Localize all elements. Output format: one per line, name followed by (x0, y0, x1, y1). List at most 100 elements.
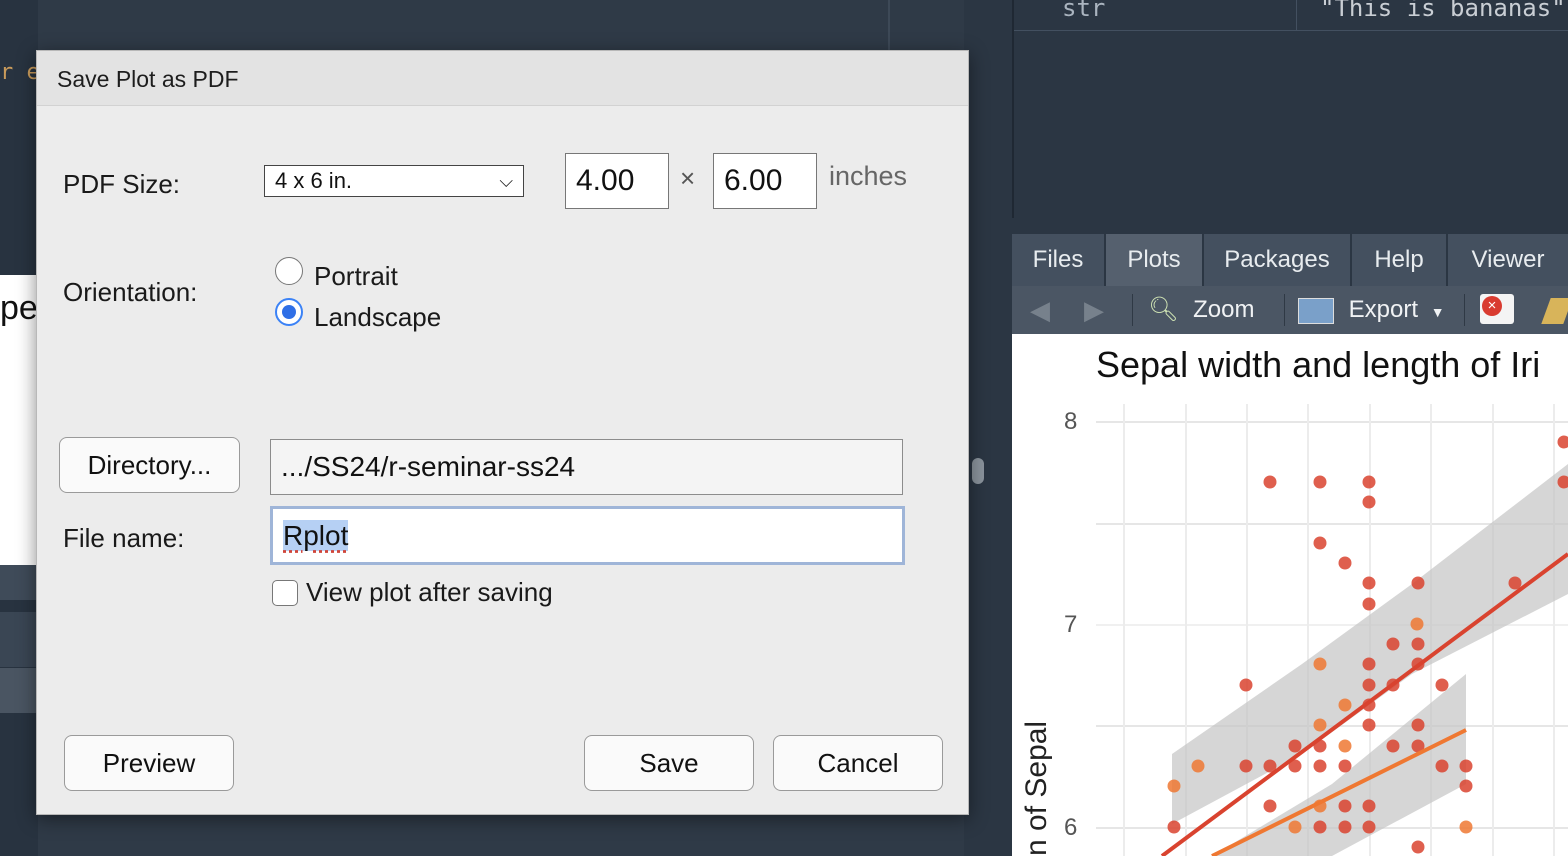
data-point (1339, 557, 1352, 570)
height-input[interactable]: 6.00 (713, 153, 817, 209)
data-point (1314, 821, 1327, 834)
magnifier-icon: 🔍︎ (1148, 296, 1178, 323)
file-name-input[interactable]: Rplot (270, 506, 905, 565)
portrait-label[interactable]: Portrait (314, 261, 398, 292)
file-name-value: Rplot (283, 520, 348, 551)
viewer-panel-fragment: pe (0, 275, 38, 565)
tab-viewer[interactable]: Viewer (1448, 234, 1568, 286)
tab-help[interactable]: Help (1352, 234, 1448, 286)
data-point (1363, 821, 1376, 834)
editor-band (0, 668, 38, 713)
cancel-button[interactable]: Cancel (773, 735, 943, 791)
pdf-size-value: 4 x 6 in. (275, 168, 352, 193)
data-point (1412, 577, 1425, 590)
pdf-size-select[interactable]: 4 x 6 in. ⌵ (264, 165, 524, 197)
variable-name: str (1062, 0, 1105, 22)
data-point (1192, 760, 1205, 773)
data-point (1314, 658, 1327, 671)
view-after-checkbox[interactable] (272, 580, 298, 606)
data-point (1363, 679, 1376, 692)
landscape-label[interactable]: Landscape (314, 302, 441, 333)
tab-plots[interactable]: Plots (1106, 234, 1204, 286)
data-point (1314, 476, 1327, 489)
data-point (1363, 476, 1376, 489)
data-point (1387, 638, 1400, 651)
toolbar-divider (1132, 294, 1133, 326)
data-point (1412, 841, 1425, 854)
data-point (1240, 679, 1253, 692)
dialog-titlebar[interactable]: Save Plot as PDF (37, 51, 968, 106)
export-label: Export (1349, 296, 1418, 323)
zoom-label: Zoom (1193, 296, 1254, 323)
chevron-down-icon: ⌵ (499, 166, 513, 196)
editor-band (0, 565, 38, 600)
scatter-plot (1012, 334, 1568, 856)
data-point (1314, 537, 1327, 550)
forward-arrow-icon[interactable]: ▶ (1084, 286, 1104, 334)
editor-band (0, 612, 38, 667)
y-tick-label: 6 (1064, 814, 1077, 842)
data-point (1558, 436, 1568, 449)
data-point (1264, 800, 1277, 813)
editor-code-fragment: r e (0, 60, 40, 85)
data-point (1339, 821, 1352, 834)
data-point (1436, 760, 1449, 773)
export-image-icon (1298, 298, 1334, 324)
save-button[interactable]: Save (584, 735, 754, 791)
remove-plot-icon[interactable]: × (1480, 294, 1514, 324)
data-point (1339, 740, 1352, 753)
data-point (1363, 719, 1376, 732)
data-point (1412, 638, 1425, 651)
save-plot-dialog: Save Plot as PDF PDF Size: 4 x 6 in. ⌵ 4… (36, 50, 969, 815)
data-point (1314, 719, 1327, 732)
chevron-down-icon: ▼ (1431, 304, 1445, 320)
data-point (1411, 618, 1424, 631)
data-point (1363, 658, 1376, 671)
data-point (1460, 760, 1473, 773)
data-point (1168, 780, 1181, 793)
data-point (1339, 800, 1352, 813)
toolbar-divider (1284, 294, 1285, 326)
tab-files[interactable]: Files (1012, 234, 1106, 286)
plot-toolbar: ◀ ▶ 🔍︎ Zoom Export ▼ × (1012, 286, 1568, 334)
export-button[interactable]: Export ▼ (1298, 286, 1445, 334)
tab-packages[interactable]: Packages (1204, 234, 1352, 286)
toolbar-divider (1464, 294, 1465, 326)
directory-button[interactable]: Directory... (59, 437, 240, 493)
table-row[interactable]: str "This is bananas" (1014, 0, 1568, 31)
data-point (1363, 577, 1376, 590)
portrait-radio[interactable] (275, 257, 303, 285)
data-point (1339, 760, 1352, 773)
dialog-title: Save Plot as PDF (57, 66, 239, 93)
data-point (1314, 760, 1327, 773)
data-point (1363, 496, 1376, 509)
unit-label: inches (829, 161, 907, 192)
y-tick-label: 7 (1064, 611, 1077, 639)
preview-button[interactable]: Preview (64, 735, 234, 791)
environment-pane: str "This is bananas" (1012, 0, 1568, 218)
data-point (1363, 598, 1376, 611)
back-arrow-icon[interactable]: ◀ (1030, 286, 1050, 334)
column-divider (1296, 0, 1297, 30)
data-point (1412, 719, 1425, 732)
scrollbar-thumb[interactable] (972, 458, 984, 484)
data-point (1460, 780, 1473, 793)
directory-field[interactable]: .../SS24/r-seminar-ss24 (270, 439, 903, 495)
data-point (1240, 760, 1253, 773)
viewer-text-fragment: pe (0, 289, 38, 328)
file-name-label: File name: (63, 523, 184, 554)
data-point (1460, 821, 1473, 834)
data-point (1289, 740, 1302, 753)
orientation-label: Orientation: (63, 277, 197, 308)
width-input[interactable]: 4.00 (565, 153, 669, 209)
data-point (1363, 800, 1376, 813)
data-point (1387, 740, 1400, 753)
pdf-size-label: PDF Size: (63, 169, 180, 200)
landscape-radio[interactable] (275, 298, 303, 326)
view-after-label[interactable]: View plot after saving (306, 577, 553, 608)
data-point (1289, 821, 1302, 834)
plot-viewer: Sepal width and length of Iri n of Sepal… (1012, 334, 1568, 856)
zoom-button[interactable]: 🔍︎ Zoom (1148, 286, 1255, 334)
broom-icon[interactable] (1541, 298, 1568, 324)
times-symbol: × (680, 163, 695, 194)
